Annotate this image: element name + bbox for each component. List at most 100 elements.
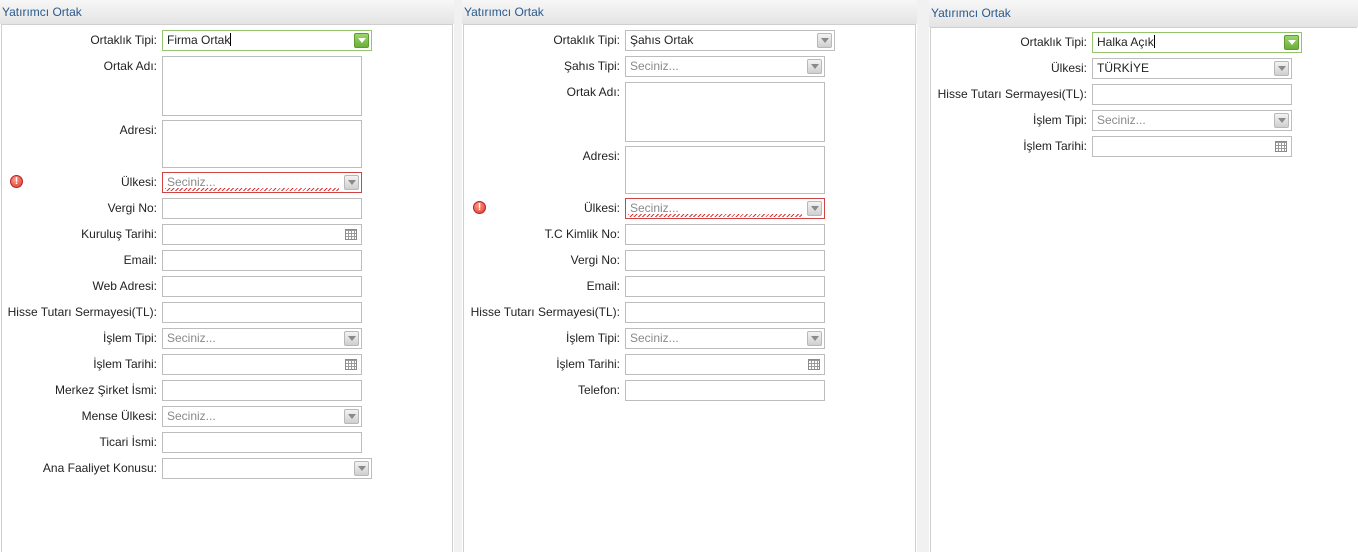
text-cursor (230, 33, 232, 46)
chevron-down-icon[interactable] (354, 33, 369, 48)
label-islem-tipi: İşlem Tipi: (102, 331, 157, 345)
email-input[interactable] (625, 276, 825, 297)
chevron-down-icon[interactable] (344, 331, 359, 346)
adresi-textarea[interactable] (625, 146, 825, 194)
islem-tipi-placeholder: Seciniz... (167, 331, 216, 345)
label-islem-tarihi: İşlem Tarihi: (1023, 139, 1087, 153)
chevron-down-icon[interactable] (1274, 113, 1289, 128)
invalid-underline (628, 214, 802, 217)
label-sahis-tipi: Şahıs Tipi: (563, 59, 620, 73)
label-ulkesi: Ülkesi: (1050, 61, 1087, 75)
ulkesi-select[interactable]: Seciniz... (162, 172, 362, 193)
islem-tarihi-datefield[interactable] (162, 354, 362, 375)
sahis-tipi-placeholder: Seciniz... (630, 59, 679, 73)
label-telefon: Telefon: (577, 383, 620, 397)
ortak-adi-textarea[interactable] (162, 56, 362, 116)
calendar-icon[interactable] (1275, 141, 1287, 152)
text-cursor (1153, 35, 1155, 48)
ulkesi-select[interactable]: Seciniz... (625, 198, 825, 219)
tc-kimlik-no-input[interactable] (625, 224, 825, 245)
panel-body (930, 27, 1357, 552)
label-ortaklik-tipi: Ortaklık Tipi: (1020, 35, 1087, 49)
label-adresi: Adresi: (582, 149, 620, 163)
label-vergi-no: Vergi No: (107, 201, 157, 215)
label-web-adresi: Web Adresi: (92, 279, 157, 293)
calendar-icon[interactable] (808, 359, 820, 370)
islem-tipi-select[interactable]: Seciniz... (162, 328, 362, 349)
label-tc-kimlik-no: T.C Kimlik No: (544, 227, 620, 241)
hisse-tutari-input[interactable] (1092, 84, 1292, 105)
label-ortaklik-tipi: Ortaklık Tipi: (553, 33, 620, 47)
ortaklik-tipi-value: Şahıs Ortak (630, 33, 694, 47)
mense-ulkesi-select[interactable]: Seciniz... (162, 406, 362, 427)
label-ortak-adi: Ortak Adı: (103, 59, 157, 73)
label-adresi: Adresi: (119, 123, 157, 137)
ortaklik-tipi-value: Firma Ortak (167, 33, 231, 47)
mense-ulkesi-placeholder: Seciniz... (167, 409, 216, 423)
web-adresi-input[interactable] (162, 276, 362, 297)
ortaklik-tipi-select[interactable]: Firma Ortak (162, 30, 372, 51)
kurulus-tarihi-datefield[interactable] (162, 224, 362, 245)
email-input[interactable] (162, 250, 362, 271)
calendar-icon[interactable] (345, 229, 357, 240)
ulkesi-placeholder: Seciniz... (167, 175, 216, 189)
islem-tipi-select[interactable]: Seciniz... (1092, 110, 1292, 131)
hisse-tutari-input[interactable] (162, 302, 362, 323)
ortaklik-tipi-select[interactable]: Halka Açık (1092, 32, 1302, 53)
sahis-tipi-select[interactable]: Seciniz... (625, 56, 825, 77)
label-email: Email: (123, 253, 157, 267)
chevron-down-icon[interactable] (354, 461, 369, 476)
label-ulkesi: Ülkesi: (120, 175, 157, 189)
label-hisse-tutari: Hisse Tutarı Sermayesi(TL): (470, 305, 620, 319)
ticari-ismi-input[interactable] (162, 432, 362, 453)
islem-tarihi-datefield[interactable] (1092, 136, 1292, 157)
label-islem-tipi: İşlem Tipi: (565, 331, 620, 345)
panel-halka-acik: Yatırımcı Ortak Ortaklık Tipi: Halka Açı… (929, 0, 1358, 552)
ortaklik-tipi-select[interactable]: Şahıs Ortak (625, 30, 835, 51)
merkez-sirket-ismi-input[interactable] (162, 380, 362, 401)
calendar-icon[interactable] (345, 359, 357, 370)
chevron-down-icon[interactable] (1284, 35, 1299, 50)
chevron-down-icon[interactable] (1274, 61, 1289, 76)
telefon-input[interactable] (625, 380, 825, 401)
hisse-tutari-input[interactable] (625, 302, 825, 323)
chevron-down-icon[interactable] (807, 201, 822, 216)
label-email: Email: (586, 279, 620, 293)
label-hisse-tutari: Hisse Tutarı Sermayesi(TL): (937, 87, 1087, 101)
panel-firma-ortak: Yatırımcı Ortak Ortaklık Tipi: Firma Ort… (0, 0, 454, 552)
label-islem-tipi: İşlem Tipi: (1032, 113, 1087, 127)
ulkesi-placeholder: Seciniz... (630, 201, 679, 215)
chevron-down-icon[interactable] (807, 59, 822, 74)
invalid-underline (165, 188, 339, 191)
islem-tipi-placeholder: Seciniz... (1097, 113, 1146, 127)
label-ulkesi: Ülkesi: (583, 201, 620, 215)
label-islem-tarihi: İşlem Tarihi: (93, 357, 157, 371)
chevron-down-icon[interactable] (344, 175, 359, 190)
label-hisse-tutari: Hisse Tutarı Sermayesi(TL): (7, 305, 157, 319)
label-ortak-adi: Ortak Adı: (566, 85, 620, 99)
ana-faaliyet-konusu-select[interactable] (162, 458, 372, 479)
label-kurulus-tarihi: Kuruluş Tarihi: (81, 227, 157, 241)
islem-tarihi-datefield[interactable] (625, 354, 825, 375)
label-islem-tarihi: İşlem Tarihi: (556, 357, 620, 371)
label-vergi-no: Vergi No: (570, 253, 620, 267)
vergi-no-input[interactable] (162, 198, 362, 219)
label-ticari-ismi: Ticari İsmi: (99, 435, 157, 449)
chevron-down-icon[interactable] (807, 331, 822, 346)
islem-tipi-select[interactable]: Seciniz... (625, 328, 825, 349)
ulkesi-value: TÜRKİYE (1097, 61, 1150, 75)
ortaklik-tipi-value: Halka Açık (1097, 35, 1154, 49)
panel-title: Yatırımcı Ortak (0, 0, 454, 24)
vergi-no-input[interactable] (625, 250, 825, 271)
chevron-down-icon[interactable] (817, 33, 832, 48)
panel-title: Yatırımcı Ortak (929, 0, 1358, 27)
label-mense-ulkesi: Mense Ülkesi: (81, 409, 157, 423)
ortak-adi-textarea[interactable] (625, 82, 825, 142)
chevron-down-icon[interactable] (344, 409, 359, 424)
panel-title: Yatırımcı Ortak (462, 0, 917, 24)
adresi-textarea[interactable] (162, 120, 362, 168)
panel-sahis-ortak: Yatırımcı Ortak Ortaklık Tipi: Şahıs Ort… (462, 0, 917, 552)
ulkesi-select[interactable]: TÜRKİYE (1092, 58, 1292, 79)
label-merkez-sirket-ismi: Merkez Şirket İsmi: (54, 383, 157, 397)
islem-tipi-placeholder: Seciniz... (630, 331, 679, 345)
